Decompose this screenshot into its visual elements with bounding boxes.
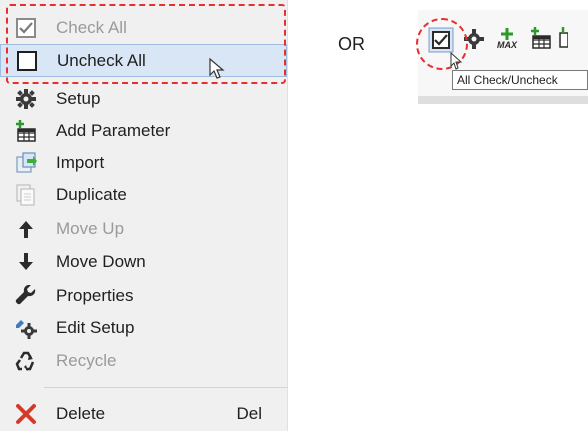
menu-item-delete[interactable]: Delete Del — [0, 397, 287, 430]
highlight-annotation — [6, 4, 286, 84]
delete-icon — [15, 403, 37, 425]
tooltip: All Check/Uncheck — [452, 70, 588, 90]
import-icon — [15, 151, 37, 174]
menu-item-setup[interactable]: Setup — [0, 82, 287, 115]
duplicate-icon — [15, 184, 37, 206]
menu-item-move-down[interactable]: Move Down — [0, 245, 287, 278]
add-table-icon — [15, 119, 37, 142]
menu-item-edit-setup[interactable]: Edit Setup — [0, 311, 287, 344]
menu-item-label: Move Up — [56, 218, 125, 238]
menu-item-label: Move Down — [56, 251, 146, 271]
menu-item-label: Add Parameter — [56, 120, 171, 140]
menu-item-duplicate[interactable]: Duplicate — [0, 178, 287, 211]
or-separator-text: OR — [338, 34, 365, 54]
menu-item-label: Duplicate — [56, 184, 127, 204]
arrow-up-icon — [15, 218, 37, 240]
recycle-icon — [15, 350, 37, 372]
add-max-icon[interactable]: MAX — [492, 24, 522, 54]
edit-gear-icon — [15, 317, 37, 339]
menu-item-recycle[interactable]: Recycle — [0, 344, 287, 377]
menu-item-import[interactable]: Import — [0, 146, 287, 179]
gear-icon — [15, 88, 37, 110]
menu-item-label: Recycle — [56, 350, 117, 370]
toolbar-bottom-border — [418, 96, 588, 104]
menu-item-label: Setup — [56, 88, 101, 108]
menu-item-label: Properties — [56, 285, 134, 305]
add-table-icon[interactable] — [528, 25, 554, 51]
menu-item-label: Delete — [56, 403, 106, 423]
arrow-down-icon — [15, 251, 37, 273]
menu-item-add-parameter[interactable]: Add Parameter — [0, 114, 287, 147]
menu-separator — [44, 387, 287, 388]
wrench-icon — [15, 284, 37, 307]
menu-item-shortcut: Del — [236, 403, 262, 423]
menu-item-label: Import — [56, 152, 105, 172]
menu-item-properties[interactable]: Properties — [0, 279, 287, 312]
max-label: MAX — [497, 40, 517, 50]
menu-item-label: Edit Setup — [56, 317, 135, 337]
partial-icon[interactable] — [558, 25, 568, 51]
menu-item-move-up[interactable]: Move Up — [0, 212, 287, 245]
